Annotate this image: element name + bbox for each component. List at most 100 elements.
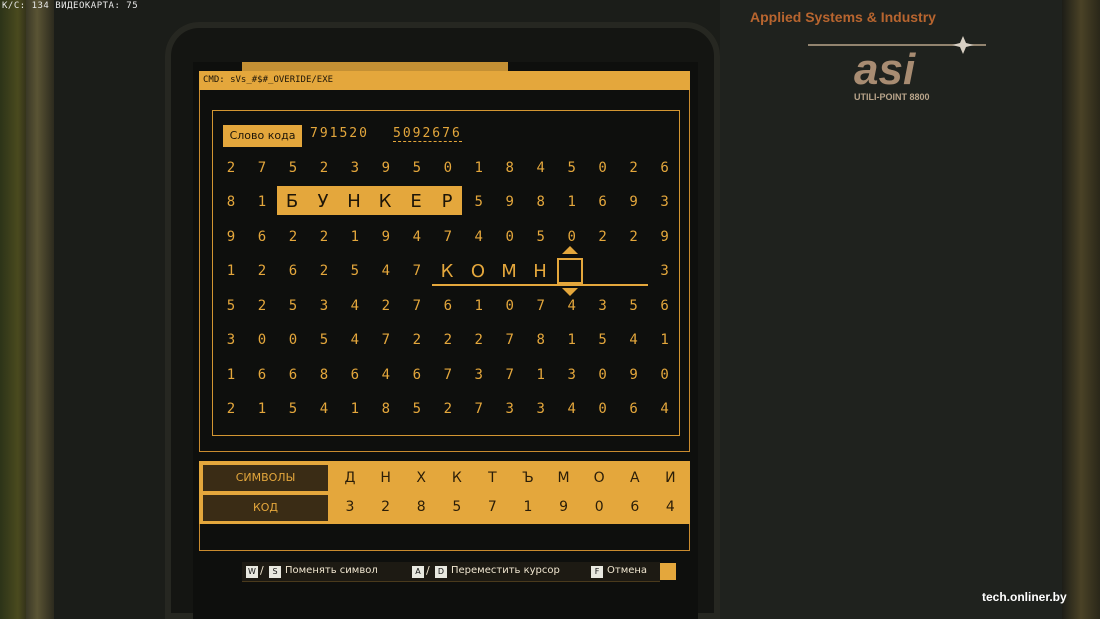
input-word-letter: К (440, 261, 454, 282)
grid-cell: 3 (567, 366, 576, 383)
grid-cell: 3 (350, 160, 360, 176)
grid-cell: 6 (443, 297, 452, 314)
grid-cell: 9 (381, 160, 391, 176)
symbols-label: СИМВОЛЫ (203, 465, 328, 491)
grid-cell: 2 (443, 401, 452, 417)
arrow-down-icon[interactable] (562, 288, 578, 296)
grid-cell: 7 (443, 366, 452, 383)
grid-cell: 7 (381, 332, 391, 349)
grid-cell: 1 (350, 228, 360, 245)
grid-cell: 0 (288, 332, 298, 349)
grid-cell: 2 (629, 228, 638, 245)
cipher-symbol: К (451, 470, 462, 486)
grid-cell: 8 (319, 366, 329, 383)
grid-cell: 0 (598, 366, 607, 383)
cipher-code: 6 (630, 499, 640, 515)
cipher-symbol: Н (380, 470, 391, 486)
grid-cell: 5 (567, 160, 576, 176)
cipher-code: 1 (523, 499, 533, 515)
grid-cell: 7 (257, 160, 267, 176)
grid-cell: 3 (319, 297, 329, 314)
cipher-symbol: О (593, 470, 605, 486)
letter-cursor[interactable] (557, 258, 583, 284)
grid-cell: 9 (381, 228, 391, 245)
grid-cell: 7 (505, 366, 514, 383)
grid-cell: 4 (660, 401, 669, 417)
key-w: W (246, 566, 258, 578)
grid-cell: 7 (474, 401, 483, 417)
cipher-symbol: А (630, 470, 640, 486)
arrow-up-icon[interactable] (562, 246, 578, 254)
grid-cell: 5 (474, 194, 483, 211)
grid-cell: 2 (381, 297, 391, 314)
grid-cell: 2 (319, 228, 329, 245)
grid-cell: 5 (288, 160, 298, 176)
key-d: D (435, 566, 447, 578)
grid-cell: 2 (226, 160, 236, 176)
key-s: S (269, 566, 281, 578)
hint-cancel: Отмена (607, 565, 648, 576)
grid-cell: 1 (257, 401, 267, 417)
cipher-code: 8 (416, 499, 426, 515)
found-word-letter: Б (285, 191, 299, 212)
grid-cell: 2 (319, 160, 329, 176)
grid-cell: 6 (598, 194, 607, 211)
grid-cell: 3 (660, 194, 669, 211)
grid-cell: 4 (412, 228, 422, 245)
grid-cell: 6 (350, 366, 360, 383)
grid-cell: 4 (536, 160, 545, 176)
brand-name: Applied Systems & Industry (750, 9, 936, 25)
cipher-symbol: М (557, 470, 570, 486)
grid-cell: 1 (226, 366, 236, 383)
grid-cell: 1 (660, 332, 669, 349)
hint-change-symbol: Поменять символ (285, 565, 378, 576)
code-target: 5092676 (393, 126, 462, 142)
grid-cell: 8 (505, 160, 514, 176)
grid-cell: 1 (350, 401, 360, 417)
grid-cell: 4 (350, 332, 360, 349)
grid-cell: 3 (474, 366, 483, 383)
grid-cell: 2 (598, 228, 607, 245)
cipher-code: 3 (345, 499, 355, 515)
grid-cell: 7 (412, 263, 422, 280)
grid-cell: 6 (629, 401, 638, 417)
grid-cell: 2 (288, 228, 298, 245)
grid-cell: 9 (505, 194, 514, 211)
grid-cell: 5 (536, 228, 545, 245)
found-word-letter: Н (347, 191, 361, 212)
grid-cell: 8 (536, 332, 545, 349)
grid-cell: 1 (567, 332, 576, 349)
grid-cell: 8 (381, 401, 391, 417)
grid-cell: 2 (226, 401, 236, 417)
grid-cell: 5 (350, 263, 360, 280)
grid-cell: 0 (257, 332, 267, 349)
cipher-code: 7 (487, 499, 497, 515)
grid-cell: 0 (505, 297, 514, 314)
hint-move-cursor: Переместить курсор (451, 565, 560, 576)
cipher-symbol: Д (344, 470, 356, 486)
grid-cell: 5 (288, 401, 298, 417)
grid-cell: 5 (319, 332, 329, 349)
grid-cell: 4 (567, 401, 576, 417)
grid-cell: 8 (226, 194, 236, 211)
grid-cell: 7 (443, 228, 452, 245)
grid-cell: 8 (536, 194, 545, 211)
grid-cell: 7 (412, 297, 422, 314)
key-a: A (412, 566, 424, 578)
grid-cell: 2 (412, 332, 422, 349)
grid-cell: 6 (288, 366, 298, 383)
grid-cell: 0 (598, 401, 607, 417)
input-underline (432, 284, 648, 286)
grid-cell: 1 (474, 160, 483, 176)
cipher-code: 0 (594, 499, 604, 515)
grid-cell: 4 (474, 228, 483, 245)
input-word-letter: Н (533, 261, 547, 282)
grid-cell: 4 (319, 401, 329, 417)
grid-cell: 1 (474, 297, 483, 314)
grid-cell: 3 (505, 401, 514, 417)
grid-cell: 6 (660, 297, 669, 314)
cmd-bar: CMD: sVs_#$#_OVERIDE/EXE (199, 71, 690, 90)
grid-cell: 1 (567, 194, 576, 211)
grid-cell: 0 (598, 160, 607, 176)
grid-cell: 6 (257, 228, 267, 245)
